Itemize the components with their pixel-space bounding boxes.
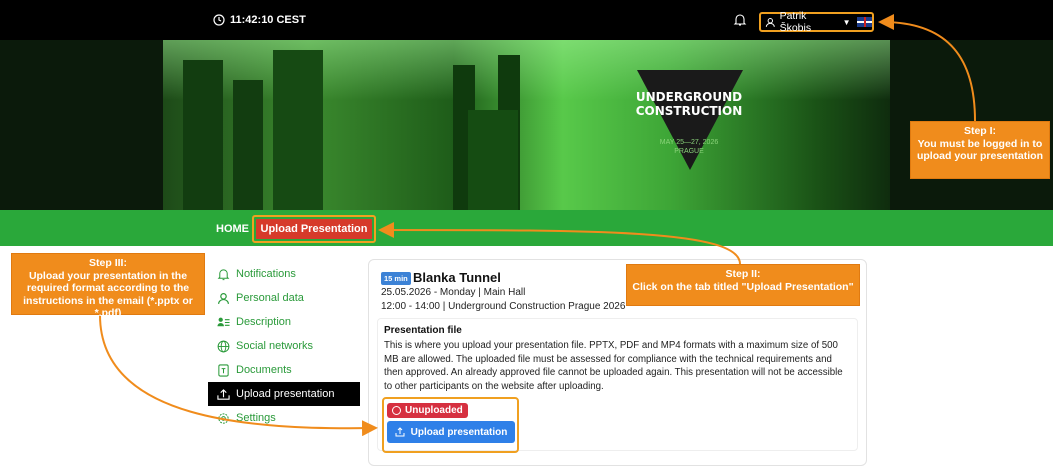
minus-circle-icon	[392, 406, 401, 415]
hero-banner: UNDERGROUND CONSTRUCTION MAY 25—27, 2026…	[0, 40, 1053, 210]
upload-presentation-button[interactable]: Upload presentation	[387, 421, 515, 443]
globe-icon	[217, 340, 230, 352]
sidebar-item-upload-presentation[interactable]: Upload presentation	[208, 382, 360, 406]
clock-icon	[213, 14, 225, 26]
sidebar-item-label: Personal data	[236, 292, 304, 304]
description-icon	[217, 317, 230, 326]
clock: 11:42:10 CEST	[213, 14, 306, 26]
chevron-down-icon: ▼	[842, 17, 851, 27]
upload-icon	[395, 427, 405, 437]
session-title: Blanka Tunnel	[413, 270, 501, 285]
user-icon	[218, 292, 229, 304]
sidebar-item-label: Description	[236, 316, 292, 328]
gear-icon	[218, 412, 229, 424]
sidebar-item-label: Social networks	[236, 340, 314, 352]
sidebar-item-social-networks[interactable]: Social networks	[208, 334, 360, 358]
duration-badge: 15 min	[381, 272, 411, 285]
logo-text: UNDERGROUND CONSTRUCTION	[635, 90, 743, 118]
sidebar-item-documents[interactable]: Documents	[208, 358, 360, 382]
uk-flag-icon[interactable]	[856, 17, 872, 27]
presentation-file-panel: Presentation file This is where you uplo…	[377, 318, 858, 453]
sidebar-item-notifications[interactable]: Notifications	[208, 262, 360, 286]
banner-image: UNDERGROUND CONSTRUCTION MAY 25—27, 2026…	[163, 40, 890, 210]
sidebar-item-personal-data[interactable]: Personal data	[208, 286, 360, 310]
main-nav: HOME Upload Presentation	[0, 210, 1053, 246]
sidebar-item-description[interactable]: Description	[208, 310, 360, 334]
status-label: Unuploaded	[405, 405, 463, 416]
presentation-file-title: Presentation file	[384, 325, 462, 336]
user-name: Patrik Škobis	[779, 10, 812, 34]
logo-date: MAY 25—27, 2026 PRAGUE	[659, 139, 719, 155]
nav-upload-presentation[interactable]: Upload Presentation	[256, 219, 372, 239]
callout-step-3: Step III: Upload your presentation in th…	[11, 253, 205, 319]
user-icon	[765, 17, 775, 27]
sidebar: Notifications Personal data Description …	[208, 262, 360, 430]
nav-home[interactable]: HOME	[216, 223, 249, 235]
status-badge: Unuploaded	[387, 403, 468, 418]
session-time: 12:00 - 14:00 | Underground Construction…	[381, 301, 626, 312]
sidebar-item-label: Settings	[236, 412, 276, 424]
sidebar-item-settings[interactable]: Settings	[208, 406, 360, 430]
upload-button-label: Upload presentation	[410, 426, 508, 438]
clock-time: 11:42:10 CEST	[230, 14, 306, 26]
sidebar-item-label: Notifications	[236, 268, 296, 280]
bell-icon	[217, 268, 230, 280]
upload-highlight: Unuploaded Upload presentation	[382, 397, 519, 453]
callout-step-1: Step I: You must be logged in to upload …	[910, 121, 1050, 179]
nav-upload-highlight: Upload Presentation	[252, 215, 376, 243]
document-icon	[218, 363, 229, 377]
user-menu[interactable]: Patrik Škobis ▼	[759, 10, 874, 34]
upload-icon	[217, 388, 230, 400]
sidebar-item-label: Upload presentation	[236, 388, 335, 400]
bell-icon[interactable]	[733, 13, 747, 27]
sidebar-item-label: Documents	[236, 364, 292, 376]
top-bar: 11:42:10 CEST Patrik Škobis ▼	[0, 0, 1053, 40]
session-date: 25.05.2026 - Monday | Main Hall	[381, 287, 526, 298]
presentation-file-text: This is where you upload your presentati…	[384, 340, 843, 392]
callout-step-2: Step II: Click on the tab titled "Upload…	[626, 264, 860, 306]
